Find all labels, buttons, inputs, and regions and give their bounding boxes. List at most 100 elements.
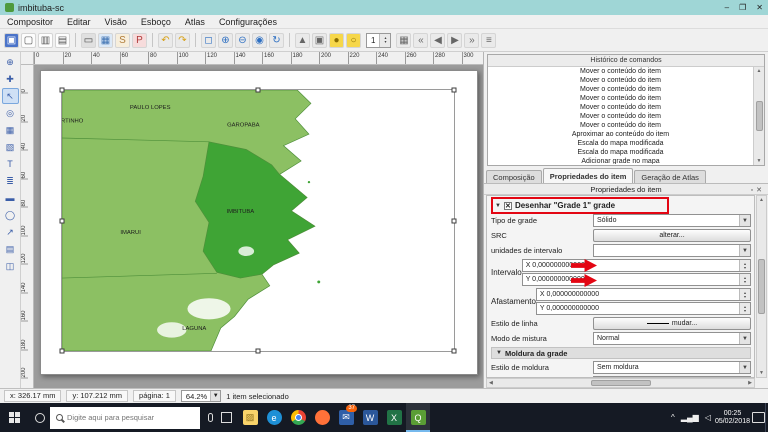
task-view-icon[interactable] <box>221 412 232 423</box>
properties-h-scrollbar[interactable]: ◀ ▶ <box>486 378 755 388</box>
collapse-arrow-icon[interactable]: ▼ <box>496 350 502 356</box>
add-table-tool-icon[interactable]: ▤ <box>2 241 19 257</box>
offset-x-field[interactable]: X 0,000000000000 ▴ ▾ <box>535 288 751 301</box>
close-button[interactable]: ✕ <box>756 3 763 12</box>
history-item[interactable]: Mover o conteúdo do item <box>489 94 752 103</box>
close-panel-icon[interactable]: ✕ <box>756 187 765 194</box>
page-spin-arrows[interactable]: ▴ ▾ <box>379 33 391 47</box>
history-item[interactable]: Mover o conteúdo do item <box>489 76 752 85</box>
duplicate-composition-icon[interactable]: ▥ <box>38 32 53 48</box>
composer-canvas[interactable]: PAULO LOPES GAROPABA MARTINHO IMBITUBA IMARU… <box>34 65 483 388</box>
history-item[interactable]: Mover o conteúdo do item <box>489 67 752 76</box>
move-item-content-tool-icon[interactable]: ◎ <box>2 105 19 121</box>
chevron-down-icon[interactable]: ▼ <box>739 245 750 256</box>
page-spinbox[interactable]: 1 ▴ ▾ <box>366 32 392 48</box>
undo-icon[interactable]: ↶ <box>158 32 173 48</box>
interval-y-field[interactable]: Y 0,000000000000 ▴ ▾ <box>521 273 751 286</box>
interval-units-select[interactable]: ▼ <box>593 244 751 257</box>
tray-expand-icon[interactable]: ^ <box>671 413 675 422</box>
scroll-right-icon[interactable]: ▶ <box>748 380 752 386</box>
chevron-down-icon[interactable]: ▼ <box>739 333 750 344</box>
line-style-button[interactable]: mudar... <box>593 317 751 330</box>
export-svg-icon[interactable]: S <box>115 32 130 48</box>
history-item[interactable]: Mover o conteúdo do item <box>489 103 752 112</box>
menu-compositor[interactable]: Compositor <box>0 15 60 29</box>
add-scalebar-tool-icon[interactable]: ▬ <box>2 190 19 206</box>
blend-mode-select[interactable]: Normal ▼ <box>593 332 751 345</box>
history-item[interactable]: Adicionar grade no mapa <box>489 157 752 164</box>
interval-x-field[interactable]: X 0,000000000000 ▴ ▾ <box>521 259 751 272</box>
atlas-preview-icon[interactable]: ▦ <box>396 32 412 48</box>
spin-arrows-icon[interactable]: ▴▾ <box>739 260 750 271</box>
atlas-last-icon[interactable]: » <box>464 32 480 48</box>
add-map-tool-icon[interactable]: ▦ <box>2 122 19 138</box>
export-pdf-icon[interactable]: P <box>132 32 147 48</box>
selection-handle[interactable] <box>59 87 65 93</box>
tab-propriedades-do-item[interactable]: Propriedades do item <box>542 168 634 183</box>
draw-grid-checkbox[interactable]: ✕ <box>503 201 512 210</box>
scrollbar-thumb[interactable] <box>758 259 765 314</box>
menu-visão[interactable]: Visão <box>98 15 134 29</box>
menu-editar[interactable]: Editar <box>60 15 98 29</box>
selection-handle[interactable] <box>451 87 457 93</box>
new-composition-icon[interactable]: ▢ <box>21 32 36 48</box>
network-icon[interactable]: ▂▄▆ <box>681 413 699 422</box>
taskbar-app-mail[interactable]: ✉ 37 <box>334 403 358 432</box>
atlas-next-icon[interactable]: ▶ <box>447 32 463 48</box>
scrollbar-thumb[interactable] <box>590 380 651 386</box>
refresh-view-icon[interactable]: ↻ <box>269 32 284 48</box>
grid-frame-section-header[interactable]: ▼ Moldura da grade <box>491 347 751 359</box>
zoom-full-icon[interactable]: ◻ <box>201 32 216 48</box>
save-icon[interactable]: ▣ <box>4 32 19 48</box>
taskbar-app-file-explorer[interactable]: ▨ <box>238 403 262 432</box>
zoom-actual-icon[interactable]: ◉ <box>252 32 267 48</box>
start-button[interactable] <box>0 403 30 432</box>
lock-items-icon[interactable]: ● <box>329 32 344 48</box>
chevron-down-icon[interactable]: ▼ <box>210 391 221 401</box>
history-item[interactable]: Mover o conteúdo do item <box>489 85 752 94</box>
history-scrollbar[interactable]: ▲ ▼ <box>753 67 764 165</box>
history-item[interactable]: Escala do mapa modificada <box>489 139 752 148</box>
zoom-tool-icon[interactable]: ⊕ <box>2 54 19 70</box>
microphone-icon[interactable] <box>208 413 213 422</box>
add-arrow-tool-icon[interactable]: ↗ <box>2 224 19 240</box>
taskbar-app-chrome[interactable] <box>286 403 310 432</box>
chevron-down-icon[interactable]: ▼ <box>739 215 750 226</box>
properties-scrollbar[interactable]: ▲ ▼ <box>756 195 767 378</box>
selection-handle[interactable] <box>59 348 65 354</box>
composition-manager-icon[interactable]: ▤ <box>55 32 70 48</box>
selection-handle[interactable] <box>451 348 457 354</box>
taskbar-app-excel[interactable]: X <box>382 403 406 432</box>
atlas-settings-icon[interactable]: ≡ <box>481 32 497 48</box>
scrollbar-thumb[interactable] <box>755 101 763 131</box>
zoom-level-select[interactable]: 64.2% ▼ <box>180 390 222 402</box>
atlas-first-icon[interactable]: « <box>413 32 429 48</box>
scroll-down-icon[interactable]: ▼ <box>759 370 764 376</box>
add-shape-tool-icon[interactable]: ◯ <box>2 207 19 223</box>
add-image-tool-icon[interactable]: ▧ <box>2 139 19 155</box>
map-item[interactable]: PAULO LOPES GAROPABA MARTINHO IMBITUBA IMARU… <box>59 87 457 354</box>
select-move-item-tool-icon[interactable]: ↖ <box>1 88 19 104</box>
selection-handle[interactable] <box>451 218 457 223</box>
add-label-tool-icon[interactable]: T <box>2 156 19 172</box>
selection-handle[interactable] <box>255 348 261 354</box>
pan-tool-icon[interactable]: ✚ <box>2 71 19 87</box>
offset-y-field[interactable]: Y 0,000000000000 ▴ ▾ <box>535 302 751 315</box>
zoom-out-icon[interactable]: ⊖ <box>235 32 250 48</box>
history-item[interactable]: Mover o conteúdo do item <box>489 112 752 121</box>
taskbar-app-word[interactable]: W <box>358 403 382 432</box>
spin-arrows-icon[interactable]: ▴▾ <box>739 274 750 285</box>
selection-handle[interactable] <box>59 218 65 223</box>
zoom-in-icon[interactable]: ⊕ <box>218 32 233 48</box>
minimize-button[interactable]: – <box>725 3 729 12</box>
spin-arrows-icon[interactable]: ▴▾ <box>739 289 750 300</box>
tab-geracao-de-atlas[interactable]: Geração de Atlas <box>634 170 706 183</box>
menu-configurações[interactable]: Configurações <box>212 15 284 29</box>
taskbar-app-qgis[interactable]: Q <box>406 403 430 432</box>
search-input[interactable] <box>67 413 194 422</box>
redo-icon[interactable]: ↷ <box>175 32 190 48</box>
grid-type-select[interactable]: Sólido ▼ <box>593 214 751 227</box>
taskbar-search[interactable] <box>50 406 200 429</box>
maximize-button[interactable]: ❐ <box>739 3 746 12</box>
unlock-items-icon[interactable]: ○ <box>346 32 361 48</box>
